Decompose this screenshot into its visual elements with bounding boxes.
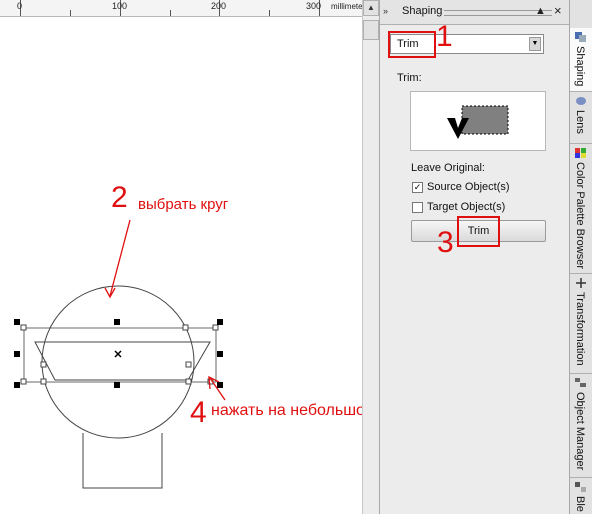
highlight-box-dropdown — [388, 31, 436, 58]
transform-icon — [576, 278, 586, 288]
palette-icon — [575, 148, 586, 158]
source-objects-label: Source Object(s) — [427, 181, 510, 193]
trapezoid-shape[interactable] — [34, 341, 211, 381]
annotation-number-2: 2 — [111, 181, 128, 214]
target-objects-checkbox[interactable] — [412, 202, 423, 213]
trim-preview-graphic — [447, 105, 509, 139]
annotation-number-4: 4 — [190, 396, 207, 429]
source-objects-checkbox[interactable]: ✓ — [412, 182, 423, 193]
highlight-box-trim — [457, 216, 500, 247]
chevron-down-icon[interactable]: ▼ — [529, 37, 541, 51]
tab-label: Lens — [574, 110, 586, 134]
annotation-text-2: выбрать круг — [138, 196, 229, 213]
annotation-number-1: 1 — [436, 20, 453, 53]
grip-icon[interactable]: » — [383, 6, 388, 16]
tab-color-palette-browser[interactable]: Color Palette Browser — [570, 144, 592, 274]
section-label: Trim: — [397, 72, 422, 84]
docker-tabs: Shaping Lens Color Palette Browser Trans… — [569, 0, 592, 514]
drawing-canvas[interactable]: 0 100 200 300 millimeters 2 выбрать круг… — [0, 0, 489, 514]
shaping-docker: » Shaping ▲ × Trim ▼ Trim: Leave Origina… — [379, 0, 570, 514]
collapse-icon[interactable]: ▲ — [535, 5, 546, 17]
circle-shape[interactable] — [41, 285, 195, 439]
tab-label: Ble — [574, 496, 586, 512]
tab-label: Shaping — [574, 46, 586, 87]
leave-original-label: Leave Original: — [411, 162, 485, 174]
scroll-thumb[interactable] — [363, 20, 379, 40]
tab-blend[interactable]: Ble — [570, 478, 592, 514]
lens-icon — [576, 97, 586, 105]
tab-object-manager[interactable]: Object Manager — [570, 374, 592, 478]
target-objects-label: Target Object(s) — [427, 201, 506, 213]
blend-icon — [575, 482, 586, 492]
canvas-shapes — [14, 219, 226, 489]
scroll-up-icon[interactable]: ▲ — [363, 0, 379, 16]
close-icon[interactable]: × — [554, 3, 562, 18]
center-marker-icon — [114, 350, 122, 358]
tab-label: Transformation — [574, 292, 586, 366]
trim-preview — [410, 91, 546, 151]
tab-label: Color Palette Browser — [574, 162, 586, 269]
object-manager-icon — [575, 378, 586, 387]
docker-title: Shaping — [402, 5, 443, 17]
shaping-icon — [575, 32, 586, 42]
tab-label: Object Manager — [574, 392, 586, 471]
vertical-scrollbar[interactable]: ▲ — [362, 0, 379, 514]
tab-shaping[interactable]: Shaping — [570, 28, 592, 92]
stem-shape[interactable] — [82, 433, 163, 489]
annotation-number-3: 3 — [437, 226, 454, 259]
tab-transformation[interactable]: Transformation — [570, 274, 592, 374]
docker-title-bar[interactable]: » Shaping ▲ × — [380, 0, 570, 25]
tab-lens[interactable]: Lens — [570, 92, 592, 144]
annotation-arrows — [104, 219, 226, 401]
